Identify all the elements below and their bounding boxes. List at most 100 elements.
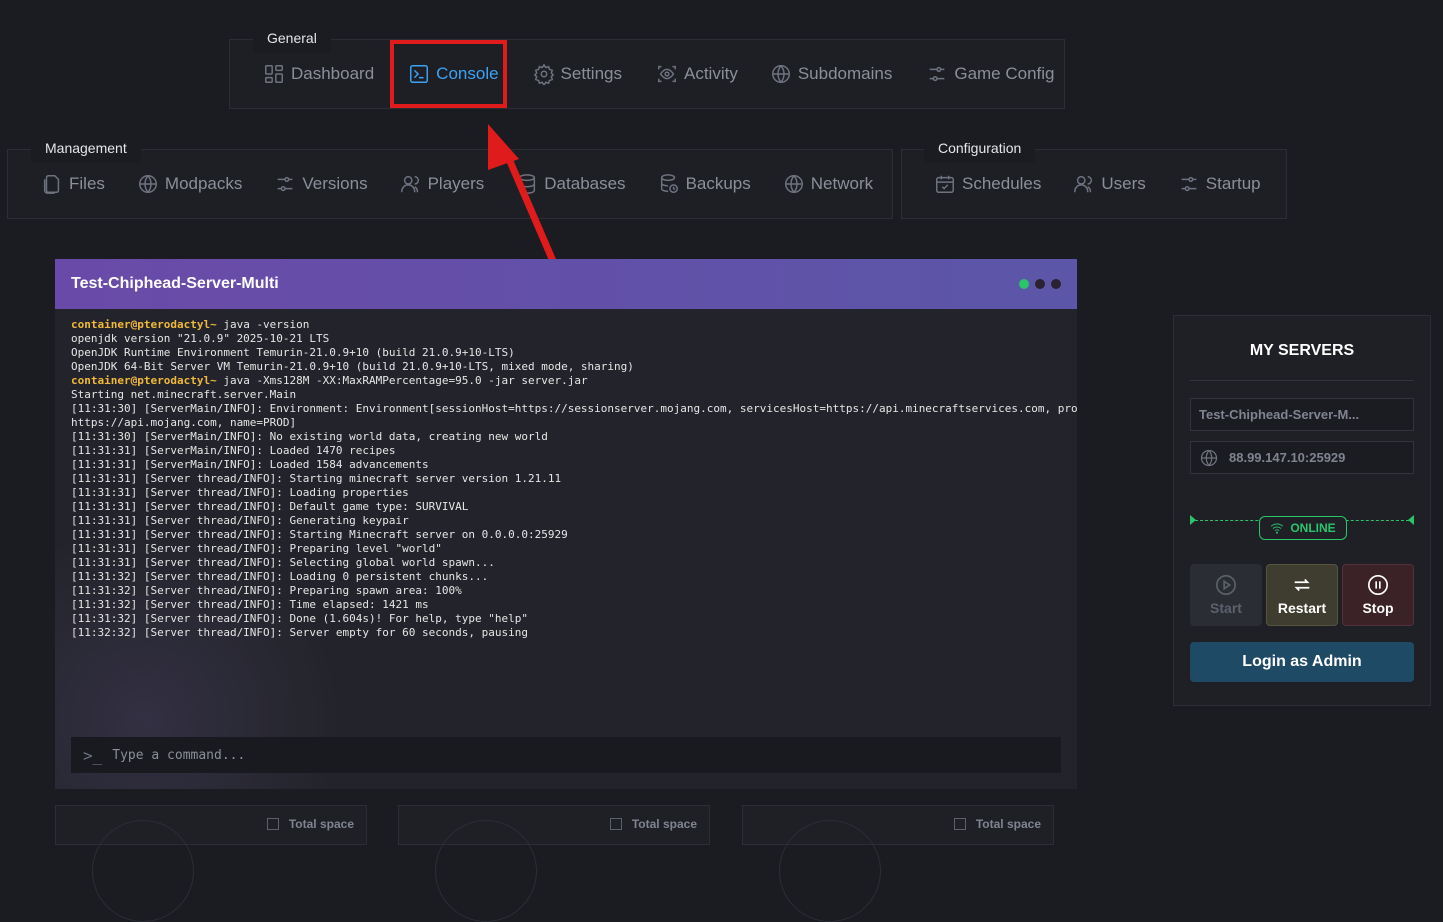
tab-console[interactable]: Console — [398, 54, 508, 94]
my-servers-heading: MY SERVERS — [1249, 342, 1355, 359]
console-output: container@pterodactyl~ java -version open… — [55, 309, 1077, 649]
console-line: [11:31:31] [Server thread/INFO]: Loading… — [71, 486, 1061, 500]
tab-backups[interactable]: Backups — [648, 164, 761, 204]
restart-button[interactable]: Restart — [1266, 564, 1338, 626]
nav-group-general: General Dashboard Console Settings Activ… — [229, 23, 1065, 109]
console-line: OpenJDK Runtime Environment Temurin-21.0… — [71, 346, 1061, 360]
tab-activity[interactable]: Activity — [646, 54, 748, 94]
console-header: Test-Chiphead-Server-Multi — [55, 259, 1077, 309]
dashboard-icon — [263, 63, 285, 85]
tab-versions[interactable]: Versions — [264, 164, 377, 204]
storage-label: Total space — [266, 817, 354, 831]
tab-modpacks-label: Modpacks — [164, 174, 243, 193]
console-line-text: [11:31:30] [ServerMain/INFO]: Environmen… — [71, 402, 1077, 415]
console-line-text: [11:31:31] [ServerMain/INFO]: Loaded 158… — [71, 458, 429, 471]
dot-icon — [1051, 279, 1061, 289]
login-as-admin-button[interactable]: Login as Admin — [1190, 642, 1414, 682]
console-line-text: [11:31:32] [Server thread/INFO]: Done (1… — [71, 612, 528, 625]
tab-users-label: Users — [1101, 174, 1146, 193]
tab-game-config[interactable]: Game Config — [916, 54, 1064, 94]
tab-settings[interactable]: Settings — [523, 54, 632, 94]
globe-icon — [783, 173, 805, 195]
console-line: [11:31:32] [Server thread/INFO]: Loading… — [71, 570, 1061, 584]
usage-ring — [92, 820, 194, 922]
tab-databases[interactable]: Databases — [506, 164, 635, 204]
checkbox-icon[interactable] — [953, 818, 966, 830]
files-icon — [41, 173, 63, 195]
checkbox-icon[interactable] — [266, 818, 279, 830]
tab-versions-label: Versions — [302, 174, 368, 193]
tab-startup[interactable]: Startup — [1168, 164, 1271, 204]
console-line-text: [11:32:32] [Server thread/INFO]: Server … — [71, 626, 528, 639]
stop-button[interactable]: Stop — [1342, 564, 1414, 626]
console-line: [11:31:32] [Server thread/INFO]: Prepari… — [71, 584, 1061, 598]
console-line-text: openjdk version "21.0.9" 2025-10-21 LTS — [71, 332, 330, 345]
console-line-text: OpenJDK 64-Bit Server VM Temurin-21.0.9+… — [71, 360, 634, 373]
backup-icon — [658, 173, 680, 195]
checkbox-icon[interactable] — [609, 818, 622, 830]
console-line: [11:31:32] [Server thread/INFO]: Time el… — [71, 598, 1061, 612]
start-button-label: Start — [1210, 600, 1242, 616]
storage-label: Total space — [609, 817, 697, 831]
tab-subdomains-label: Subdomains — [797, 64, 893, 83]
console-line: [11:31:30] [ServerMain/INFO]: No existin… — [71, 430, 1061, 444]
restart-icon — [1291, 574, 1313, 596]
stop-button-label: Stop — [1362, 600, 1394, 616]
console-line: openjdk version "21.0.9" 2025-10-21 LTS — [71, 332, 1061, 346]
tab-subdomains[interactable]: Subdomains — [760, 54, 903, 94]
tab-activity-label: Activity — [683, 64, 738, 83]
sliders-icon — [926, 63, 948, 85]
wifi-icon — [1270, 521, 1284, 535]
console-line-text: [11:31:31] [Server thread/INFO]: Default… — [71, 500, 469, 513]
tab-users[interactable]: Users — [1063, 164, 1155, 204]
console-line: [11:31:31] [Server thread/INFO]: Generat… — [71, 514, 1061, 528]
sliders-icon — [274, 173, 296, 195]
divider — [1190, 380, 1414, 381]
prompt-chevron-icon: >_ — [83, 745, 103, 765]
status-badge: ONLINE — [1259, 516, 1347, 540]
usage-ring — [435, 820, 537, 922]
tab-console-label: Console — [436, 64, 499, 83]
tab-files[interactable]: Files — [31, 164, 115, 204]
storage-label: Total space — [953, 817, 1041, 831]
console-line-text: [11:31:31] [Server thread/INFO]: Startin… — [71, 472, 562, 485]
console-line: [11:31:32] [Server thread/INFO]: Done (1… — [71, 612, 1061, 626]
server-address-field[interactable]: 88.99.147.10:25929 — [1190, 441, 1414, 474]
storage-label-text: Total space — [975, 817, 1041, 831]
server-name-field[interactable]: Test-Chiphead-Server-M... — [1190, 398, 1414, 431]
server-name-value: Test-Chiphead-Server-M... — [1199, 407, 1360, 422]
storage-label-text: Total space — [288, 817, 354, 831]
console-line: [11:31:30] [ServerMain/INFO]: Environmen… — [71, 402, 1077, 416]
tab-players[interactable]: Players — [390, 164, 495, 204]
tab-network[interactable]: Network — [773, 164, 883, 204]
console-line: Starting net.minecraft.server.Main — [71, 388, 1061, 402]
console-line: [11:31:31] [ServerMain/INFO]: Loaded 147… — [71, 444, 1061, 458]
console-panel: Test-Chiphead-Server-Multi container@pte… — [55, 259, 1077, 789]
tab-databases-label: Databases — [544, 174, 626, 193]
tab-modpacks[interactable]: Modpacks — [127, 164, 252, 204]
tab-network-label: Network — [810, 174, 874, 193]
globe-icon — [770, 63, 792, 85]
gear-icon — [533, 63, 555, 85]
console-line: [11:32:32] [Server thread/INFO]: Server … — [71, 626, 1061, 640]
tab-dashboard[interactable]: Dashboard — [253, 54, 384, 94]
command-input[interactable] — [110, 746, 1049, 764]
tab-schedules[interactable]: Schedules — [924, 164, 1051, 204]
console-prompt: container@pterodactyl~ — [71, 318, 217, 331]
status-arrow-left-icon — [1190, 515, 1196, 525]
server-address-value: 88.99.147.10:25929 — [1229, 450, 1346, 465]
console-line: [11:31:31] [Server thread/INFO]: Selecti… — [71, 556, 1061, 570]
users-icon — [1073, 173, 1095, 195]
console-line: container@pterodactyl~ java -version — [71, 318, 1061, 332]
console-line-text: [11:31:31] [Server thread/INFO]: Generat… — [71, 514, 409, 527]
console-line-text: [11:31:31] [Server thread/INFO]: Startin… — [71, 528, 568, 541]
start-button[interactable]: Start — [1190, 564, 1262, 626]
storage-label-text: Total space — [631, 817, 697, 831]
console-line: [11:31:31] [ServerMain/INFO]: Loaded 158… — [71, 458, 1061, 472]
status-dot-icon — [1019, 279, 1029, 289]
terminal-icon — [408, 63, 430, 85]
console-line-text: [11:31:31] [Server thread/INFO]: Loading… — [71, 486, 409, 499]
console-line: [11:31:31] [Server thread/INFO]: Startin… — [71, 528, 1061, 542]
console-line: https://api.mojang.com, name=PROD] — [71, 416, 1061, 430]
console-line-text: [11:31:31] [Server thread/INFO]: Selecti… — [71, 556, 495, 569]
